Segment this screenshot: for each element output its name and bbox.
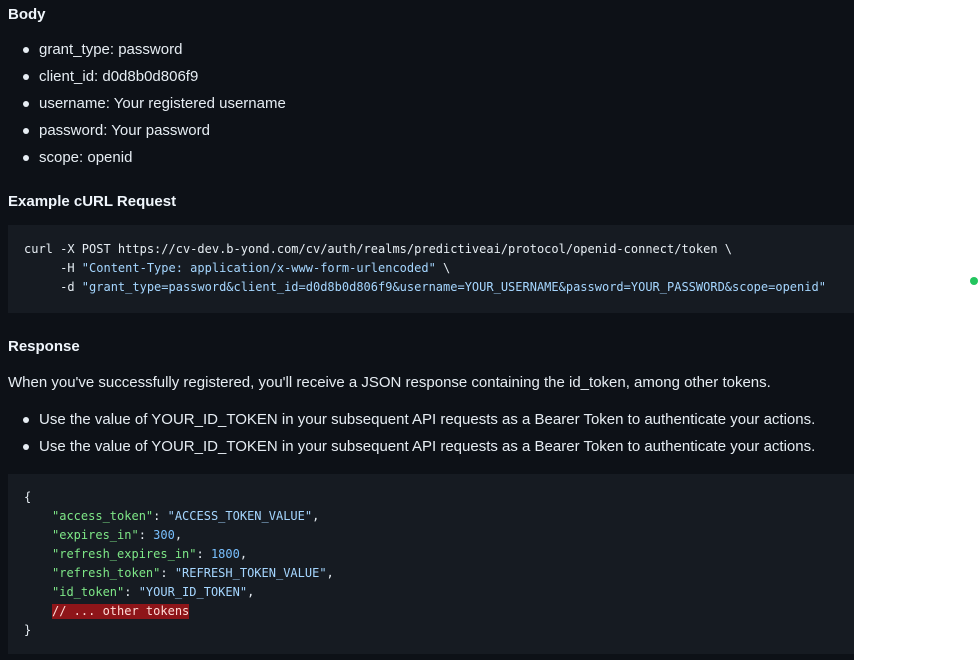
- response-intro: When you've successfully registered, you…: [8, 374, 771, 391]
- code-line: "id_token": "YOUR_ID_TOKEN",: [52, 585, 255, 599]
- list-item-text: Use the value of YOUR_ID_TOKEN in your s…: [39, 411, 816, 428]
- bullet-icon: [23, 47, 29, 53]
- list-item-text: Use the value of YOUR_ID_TOKEN in your s…: [39, 438, 816, 455]
- list-item-text: password: Your password: [39, 122, 210, 139]
- list-item-text: username: Your registered username: [39, 95, 286, 112]
- list-item: username: Your registered username: [0, 90, 286, 117]
- list-item: grant_type: password: [0, 36, 286, 63]
- list-item: scope: openid: [0, 144, 286, 171]
- list-item-text: grant_type: password: [39, 41, 183, 58]
- list-item-text: client_id: d0d8b0d806f9: [39, 68, 199, 85]
- list-item-text: scope: openid: [39, 149, 133, 166]
- code-line: "access_token": "ACCESS_TOKEN_VALUE",: [52, 509, 320, 523]
- code-line: -H "Content-Type: application/x-www-form…: [24, 261, 451, 275]
- code-line: "refresh_token": "REFRESH_TOKEN_VALUE",: [52, 566, 334, 580]
- code-line: {: [24, 490, 32, 504]
- list-item: client_id: d0d8b0d806f9: [0, 63, 286, 90]
- response-heading: Response: [8, 338, 80, 355]
- curl-heading: Example cURL Request: [8, 193, 177, 210]
- list-item: Use the value of YOUR_ID_TOKEN in your s…: [0, 406, 815, 433]
- documentation-panel: Body grant_type: password client_id: d0d…: [0, 0, 854, 660]
- code-line: "refresh_expires_in": 1800,: [52, 547, 248, 561]
- code-line: "expires_in": 300,: [52, 528, 183, 542]
- code-line: curl -X POST https://cv-dev.b-yond.com/c…: [24, 242, 733, 256]
- body-heading: Body: [8, 6, 46, 23]
- bullet-icon: [23, 74, 29, 80]
- bullet-icon: [23, 417, 29, 423]
- bullet-icon: [23, 155, 29, 161]
- code-line: -d "grant_type=password&client_id=d0d8b0…: [24, 280, 826, 294]
- code-comment-error: // ... other tokens: [52, 604, 190, 619]
- json-code-block[interactable]: { "access_token": "ACCESS_TOKEN_VALUE", …: [8, 474, 854, 654]
- response-bullets: Use the value of YOUR_ID_TOKEN in your s…: [0, 406, 815, 460]
- bullet-icon: [23, 101, 29, 107]
- list-item: password: Your password: [0, 117, 286, 144]
- list-item: Use the value of YOUR_ID_TOKEN in your s…: [0, 433, 815, 460]
- body-params-list: grant_type: password client_id: d0d8b0d8…: [0, 36, 286, 171]
- code-line: }: [24, 623, 32, 637]
- curl-code-block[interactable]: curl -X POST https://cv-dev.b-yond.com/c…: [8, 225, 854, 313]
- bullet-icon: [23, 128, 29, 134]
- bullet-icon: [23, 444, 29, 450]
- status-dot: [970, 277, 978, 285]
